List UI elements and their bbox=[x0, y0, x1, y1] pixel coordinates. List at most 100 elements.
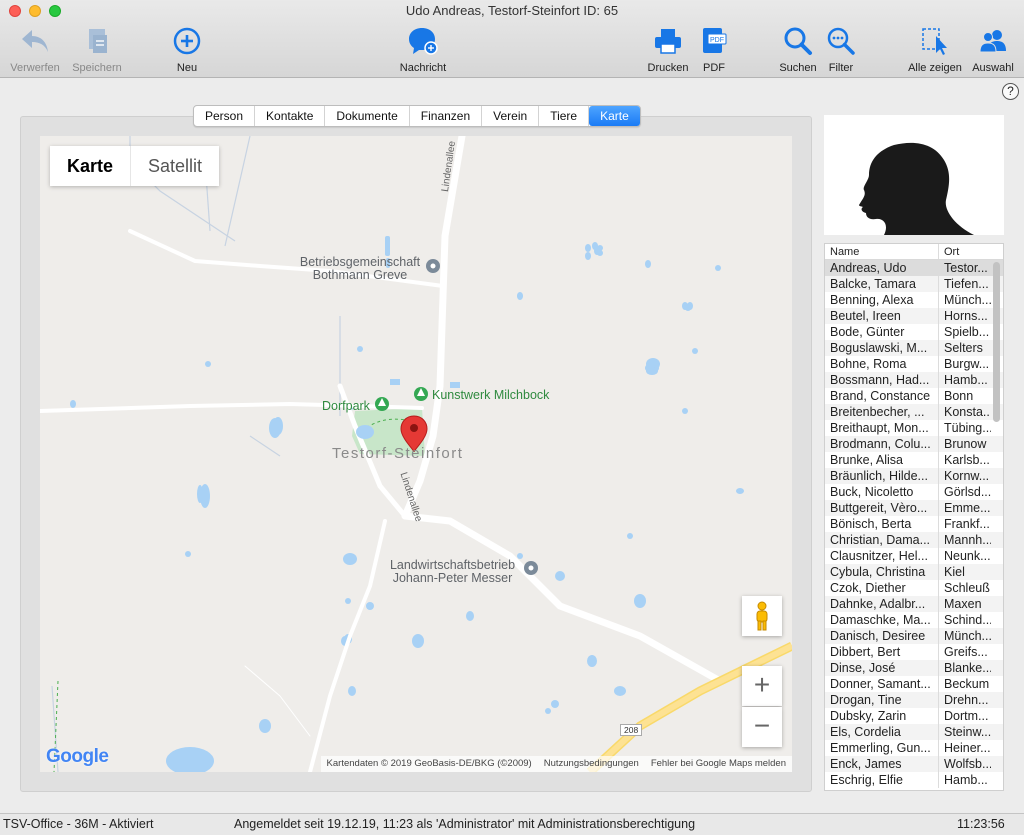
selection-button[interactable]: Auswahl bbox=[970, 24, 1016, 74]
map-attribution-bar: Kartendaten © 2019 GeoBasis-DE/BKG (©200… bbox=[320, 756, 792, 772]
filter-magnifier-icon bbox=[824, 24, 858, 58]
list-item-name: Buttgereit, Vèro... bbox=[825, 500, 939, 516]
new-button[interactable]: Neu bbox=[170, 24, 204, 74]
status-app: TSV-Office - 36M - Aktiviert bbox=[3, 817, 154, 831]
person-photo[interactable] bbox=[824, 115, 1004, 235]
list-item[interactable]: Dinse, José Blanke... bbox=[825, 660, 1003, 676]
list-item[interactable]: Bräunlich, Hilde... Kornw... bbox=[825, 468, 1003, 484]
list-item-ort: Bonn bbox=[944, 389, 974, 403]
poi-label-dorfpark[interactable]: Dorfpark bbox=[322, 399, 370, 413]
list-item[interactable]: Andreas, Udo Testor... bbox=[825, 260, 1003, 276]
list-item[interactable]: Brodmann, Colu... Brunow bbox=[825, 436, 1003, 452]
poi-label-landwirt[interactable]: Landwirtschaftsbetrieb Johann-Peter Mess… bbox=[380, 559, 525, 585]
print-button[interactable]: Drucken bbox=[645, 24, 691, 74]
map-terms-link[interactable]: Nutzungsbedingungen bbox=[544, 758, 639, 770]
list-item[interactable]: Eschrig, Elfie Hamb... bbox=[825, 772, 1003, 788]
list-item[interactable]: Emmerling, Gun... Heiner... bbox=[825, 740, 1003, 756]
list-item-name: Els, Cordelia bbox=[825, 724, 939, 740]
tab-finances[interactable]: Finanzen bbox=[410, 106, 483, 126]
street-view-pegman-icon[interactable] bbox=[742, 596, 782, 636]
list-item-name: Bohne, Roma bbox=[825, 356, 939, 372]
save-button[interactable]: Speichern bbox=[70, 24, 124, 74]
list-item[interactable]: Drogan, Tine Drehn... bbox=[825, 692, 1003, 708]
zoom-out-button[interactable]: − bbox=[742, 707, 782, 747]
list-item-ort: Drehn... bbox=[944, 693, 989, 707]
list-item[interactable]: Bohne, Roma Burgw... bbox=[825, 356, 1003, 372]
list-item[interactable]: Brand, Constance Bonn bbox=[825, 388, 1003, 404]
list-item[interactable]: Damaschke, Ma... Schind... bbox=[825, 612, 1003, 628]
list-item[interactable]: Enck, James Wolfsb... bbox=[825, 756, 1003, 772]
zoom-in-button[interactable]: + bbox=[742, 666, 782, 706]
list-item-name: Brunke, Alisa bbox=[825, 452, 939, 468]
list-scrollbar[interactable] bbox=[993, 262, 1000, 762]
list-item-name: Bönisch, Berta bbox=[825, 516, 939, 532]
list-item[interactable]: Balcke, Tamara Tiefen... bbox=[825, 276, 1003, 292]
list-item[interactable]: Czok, Diether Schleuß bbox=[825, 580, 1003, 596]
tab-contacts[interactable]: Kontakte bbox=[255, 106, 326, 126]
list-item[interactable]: Danisch, Desiree Münch... bbox=[825, 628, 1003, 644]
list-item[interactable]: Bönisch, Berta Frankf... bbox=[825, 516, 1003, 532]
status-bar: TSV-Office - 36M - Aktiviert Angemeldet … bbox=[0, 813, 1024, 835]
list-item[interactable]: Benning, Alexa Münch... bbox=[825, 292, 1003, 308]
list-item-name: Danisch, Desiree bbox=[825, 628, 939, 644]
member-list[interactable]: Name Ort Andreas, Udo Testor... Balcke, Ta… bbox=[824, 243, 1004, 791]
message-button[interactable]: Nachricht bbox=[395, 24, 451, 74]
show-all-button[interactable]: Alle zeigen bbox=[905, 24, 965, 74]
list-item-ort: Schind... bbox=[944, 613, 991, 627]
list-item[interactable]: Dubsky, Zarin Dortm... bbox=[825, 708, 1003, 724]
list-item[interactable]: Boguslawski, M... Selters bbox=[825, 340, 1003, 356]
list-item[interactable]: Dahnke, Adalbr... Maxen bbox=[825, 596, 1003, 612]
tab-map[interactable]: Karte bbox=[589, 106, 640, 126]
list-item-name: Balcke, Tamara bbox=[825, 276, 939, 292]
status-login: Angemeldet seit 19.12.19, 11:23 als 'Adm… bbox=[234, 817, 696, 831]
list-item[interactable]: Donner, Samant... Beckum bbox=[825, 676, 1003, 692]
poi-label-betrieb[interactable]: Betriebsgemeinschaft Bothmann Greve bbox=[290, 256, 430, 282]
discard-button[interactable]: Verwerfen bbox=[8, 24, 62, 74]
map-type-satellite-button[interactable]: Satellit bbox=[131, 146, 219, 186]
list-header: Name Ort bbox=[825, 244, 1003, 260]
scrollbar-thumb[interactable] bbox=[993, 262, 1000, 422]
tab-person[interactable]: Person bbox=[194, 106, 256, 126]
help-button[interactable]: ? bbox=[1002, 83, 1019, 100]
tab-documents[interactable]: Dokumente bbox=[325, 106, 410, 126]
list-item-ort: Konsta... bbox=[944, 405, 991, 419]
list-item-name: Beutel, Ireen bbox=[825, 308, 939, 324]
poi-label-kunstwerk[interactable]: Kunstwerk Milchbock bbox=[432, 388, 549, 402]
list-item[interactable]: Els, Cordelia Steinw... bbox=[825, 724, 1003, 740]
list-item[interactable]: Buck, Nicoletto Görlsd... bbox=[825, 484, 1003, 500]
list-item[interactable]: Cybula, Christina Kiel bbox=[825, 564, 1003, 580]
list-item-name: Brodmann, Colu... bbox=[825, 436, 939, 452]
list-item[interactable]: Christian, Dama... Mannh... bbox=[825, 532, 1003, 548]
filter-button[interactable]: Filter bbox=[825, 24, 857, 74]
list-item-name: Emmerling, Gun... bbox=[825, 740, 939, 756]
tab-bar: Person Kontakte Dokumente Finanzen Verei… bbox=[193, 105, 641, 127]
list-item[interactable]: Breithaupt, Mon... Tübing... bbox=[825, 420, 1003, 436]
map-attribution: Kartendaten © 2019 GeoBasis-DE/BKG (©200… bbox=[326, 758, 532, 769]
list-item[interactable]: Buttgereit, Vèro... Emme... bbox=[825, 500, 1003, 516]
map-view[interactable]: Karte Satellit Betriebsgemeinschaft Both… bbox=[40, 136, 792, 772]
list-item[interactable]: Dibbert, Bert Greifs... bbox=[825, 644, 1003, 660]
search-button[interactable]: Suchen bbox=[778, 24, 818, 74]
list-item-name: Breithaupt, Mon... bbox=[825, 420, 939, 436]
list-item-name: Buck, Nicoletto bbox=[825, 484, 939, 500]
list-item[interactable]: Brunke, Alisa Karlsb... bbox=[825, 452, 1003, 468]
tab-club[interactable]: Verein bbox=[482, 106, 540, 126]
list-item[interactable]: Beutel, Ireen Horns... bbox=[825, 308, 1003, 324]
list-item-name: Czok, Diether bbox=[825, 580, 939, 596]
list-item[interactable]: Clausnitzer, Hel... Neunk... bbox=[825, 548, 1003, 564]
tab-animals[interactable]: Tiere bbox=[539, 106, 590, 126]
map-type-map-button[interactable]: Karte bbox=[50, 146, 132, 186]
list-item[interactable]: Breitenbecher, ... Konsta... bbox=[825, 404, 1003, 420]
toolbar: Udo Andreas, Testorf-Steinfort ID: 65 Ve… bbox=[0, 0, 1024, 78]
column-header-ort[interactable]: Ort bbox=[939, 244, 991, 259]
list-item[interactable]: Bode, Günter Spielb... bbox=[825, 324, 1003, 340]
list-item-name: Clausnitzer, Hel... bbox=[825, 548, 939, 564]
list-item-name: Enck, James bbox=[825, 756, 939, 772]
list-item-ort: Testor... bbox=[944, 261, 988, 275]
map-report-link[interactable]: Fehler bei Google Maps melden bbox=[651, 758, 786, 770]
list-item-name: Dubsky, Zarin bbox=[825, 708, 939, 724]
pdf-button[interactable]: PDF PDF bbox=[697, 24, 731, 74]
list-item[interactable]: Bossmann, Had... Hamb... bbox=[825, 372, 1003, 388]
list-item-ort: Emme... bbox=[944, 501, 991, 515]
column-header-name[interactable]: Name bbox=[825, 244, 939, 259]
